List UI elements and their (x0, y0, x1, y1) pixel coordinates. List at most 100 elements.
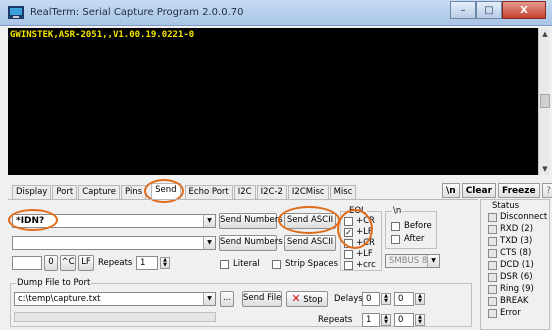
eol-cr2-checkbox[interactable] (344, 239, 353, 248)
indicator-icon (488, 260, 497, 270)
status-label: BREAK (500, 296, 529, 306)
status-dsr: DSR (6) (488, 272, 533, 282)
close-button[interactable]: X (502, 1, 546, 19)
indicator-icon (488, 284, 497, 294)
status-label: Error (500, 308, 521, 318)
scroll-up-icon[interactable]: ▲ (540, 29, 550, 39)
dump-file-path-combo[interactable]: c:\temp\capture.txt ▼ (14, 292, 216, 306)
literal-checkbox[interactable] (220, 260, 229, 269)
status-label: Disconnect (500, 212, 548, 222)
status-break[interactable]: BREAK (488, 296, 529, 306)
tab-send[interactable]: Send (151, 183, 181, 199)
delay2-spinner[interactable]: ▲ ▼ (415, 293, 425, 305)
status-label: TXD (3) (500, 236, 533, 246)
red-x-icon: ✕ (291, 292, 301, 305)
delay2-field[interactable]: 0 (394, 292, 414, 306)
status-label: DCD (1) (500, 260, 534, 270)
freeze-button[interactable]: Freeze (498, 183, 540, 198)
scroll-thumb[interactable] (540, 94, 550, 108)
tab-display[interactable]: Display (12, 185, 52, 199)
smbus-combo[interactable]: SMBUS 8 ▼ (385, 254, 440, 268)
tab-port[interactable]: Port (52, 185, 78, 199)
dump-progress-bar (14, 312, 216, 322)
send-file-button[interactable]: Send File (242, 291, 282, 307)
dump-repeats-label: Repeats (318, 315, 353, 325)
tab-capture[interactable]: Capture (78, 185, 120, 199)
send-line2-combo[interactable]: ▼ (12, 236, 216, 250)
maximize-button[interactable]: □ (476, 1, 502, 19)
status-label: Ring (9) (500, 284, 534, 294)
eol-crc-checkbox[interactable] (344, 261, 353, 270)
newline-group-title: \n (392, 206, 403, 216)
lf-button[interactable]: LF (78, 255, 94, 271)
status-disconnect[interactable]: Disconnect (488, 212, 547, 222)
after-checkbox[interactable] (391, 235, 400, 244)
browse-button[interactable]: ... (220, 291, 234, 307)
help-button[interactable]: ? (541, 183, 552, 198)
before-label: Before (404, 221, 432, 231)
delays-label: Delays (334, 294, 363, 304)
indicator-icon (488, 248, 497, 258)
minimize-button[interactable]: – (450, 1, 476, 19)
tab-misc[interactable]: Misc (329, 185, 357, 199)
title-bar: RealTerm: Serial Capture Program 2.0.0.7… (0, 0, 552, 26)
dump-repeats2-spinner[interactable]: ▲ ▼ (415, 314, 425, 326)
newline-button[interactable]: \n (442, 183, 460, 198)
scroll-down-icon[interactable]: ▼ (540, 164, 550, 174)
clear-button[interactable]: Clear (461, 183, 497, 198)
zero-button[interactable]: 0 (44, 255, 58, 271)
delay1-spinner[interactable]: ▲ ▼ (381, 293, 391, 305)
dump-repeats1-spinner[interactable]: ▲ ▼ (381, 314, 391, 326)
tab-i2c-2[interactable]: I2C-2 (256, 185, 287, 199)
status-txd: TXD (3) (488, 236, 532, 246)
tab-i2cmisc[interactable]: I2CMisc (287, 185, 329, 199)
strip-spaces-checkbox[interactable] (272, 260, 281, 269)
chevron-down-icon[interactable]: ▼ (203, 237, 215, 249)
indicator-icon (488, 236, 497, 246)
status-label: RXD (2) (500, 224, 534, 234)
dump-repeats2-field[interactable]: 0 (394, 313, 414, 327)
send-numbers-button-1[interactable]: Send Numbers (219, 213, 283, 229)
dump-repeats1-field[interactable]: 1 (362, 313, 380, 327)
tab-i2c[interactable]: I2C (233, 185, 256, 199)
chevron-down-icon[interactable]: ▼ (427, 255, 439, 267)
eol-lf2-checkbox[interactable] (344, 250, 353, 259)
dump-file-title: Dump File to Port (16, 278, 92, 288)
chevron-down-icon[interactable]: ▼ (203, 293, 215, 305)
strip-spaces-label: Strip Spaces (285, 259, 339, 269)
before-checkbox[interactable] (391, 222, 400, 231)
stop-button[interactable]: ✕ Stop (286, 291, 328, 307)
status-title: Status (492, 201, 520, 211)
eol-cr1-checkbox[interactable] (344, 217, 353, 226)
send-ascii-button-2[interactable]: Send ASCII (284, 235, 336, 251)
delay1-field[interactable]: 0 (362, 292, 380, 306)
dump-file-path: c:\temp\capture.txt (18, 294, 101, 304)
window-title: RealTerm: Serial Capture Program 2.0.0.7… (30, 7, 244, 18)
send-line1-value: *IDN? (16, 216, 45, 226)
smbus-value: SMBUS 8 (389, 256, 428, 266)
literal-label: Literal (233, 259, 260, 269)
send-ascii-button-1[interactable]: Send ASCII (284, 213, 336, 229)
eol-lf2-label: +LF (356, 249, 373, 259)
send-numbers-button-2[interactable]: Send Numbers (219, 235, 283, 251)
chevron-down-icon[interactable]: ▼ (203, 215, 215, 227)
tab-pins[interactable]: Pins (121, 185, 147, 199)
ctrl-c-button[interactable]: ^C (60, 255, 76, 271)
eol-cr1-label: +CR (356, 216, 375, 226)
zero-field[interactable] (12, 256, 42, 270)
terminal-scrollbar[interactable]: ▲ ▼ (538, 28, 550, 175)
stop-label: Stop (303, 295, 323, 305)
terminal-display[interactable]: GWINSTEK,ASR-2051,,V1.00.19.0221-0 (8, 28, 538, 175)
indicator-icon (488, 212, 497, 222)
eol-lf1-label: +LF (356, 227, 373, 237)
indicator-icon (488, 308, 497, 318)
repeats-spinner[interactable]: ▲ ▼ (160, 257, 170, 269)
terminal-text: GWINSTEK,ASR-2051,,V1.00.19.0221-0 (10, 30, 195, 40)
status-error[interactable]: Error (488, 308, 521, 318)
send-line1-combo[interactable]: *IDN? ▼ (12, 214, 216, 228)
tab-echo-port[interactable]: Echo Port (184, 185, 233, 199)
status-dcd: DCD (1) (488, 260, 534, 270)
repeats-field[interactable]: 1 (136, 256, 158, 270)
repeats-label: Repeats (98, 258, 133, 268)
eol-lf1-checkbox[interactable]: ✓ (344, 228, 353, 237)
